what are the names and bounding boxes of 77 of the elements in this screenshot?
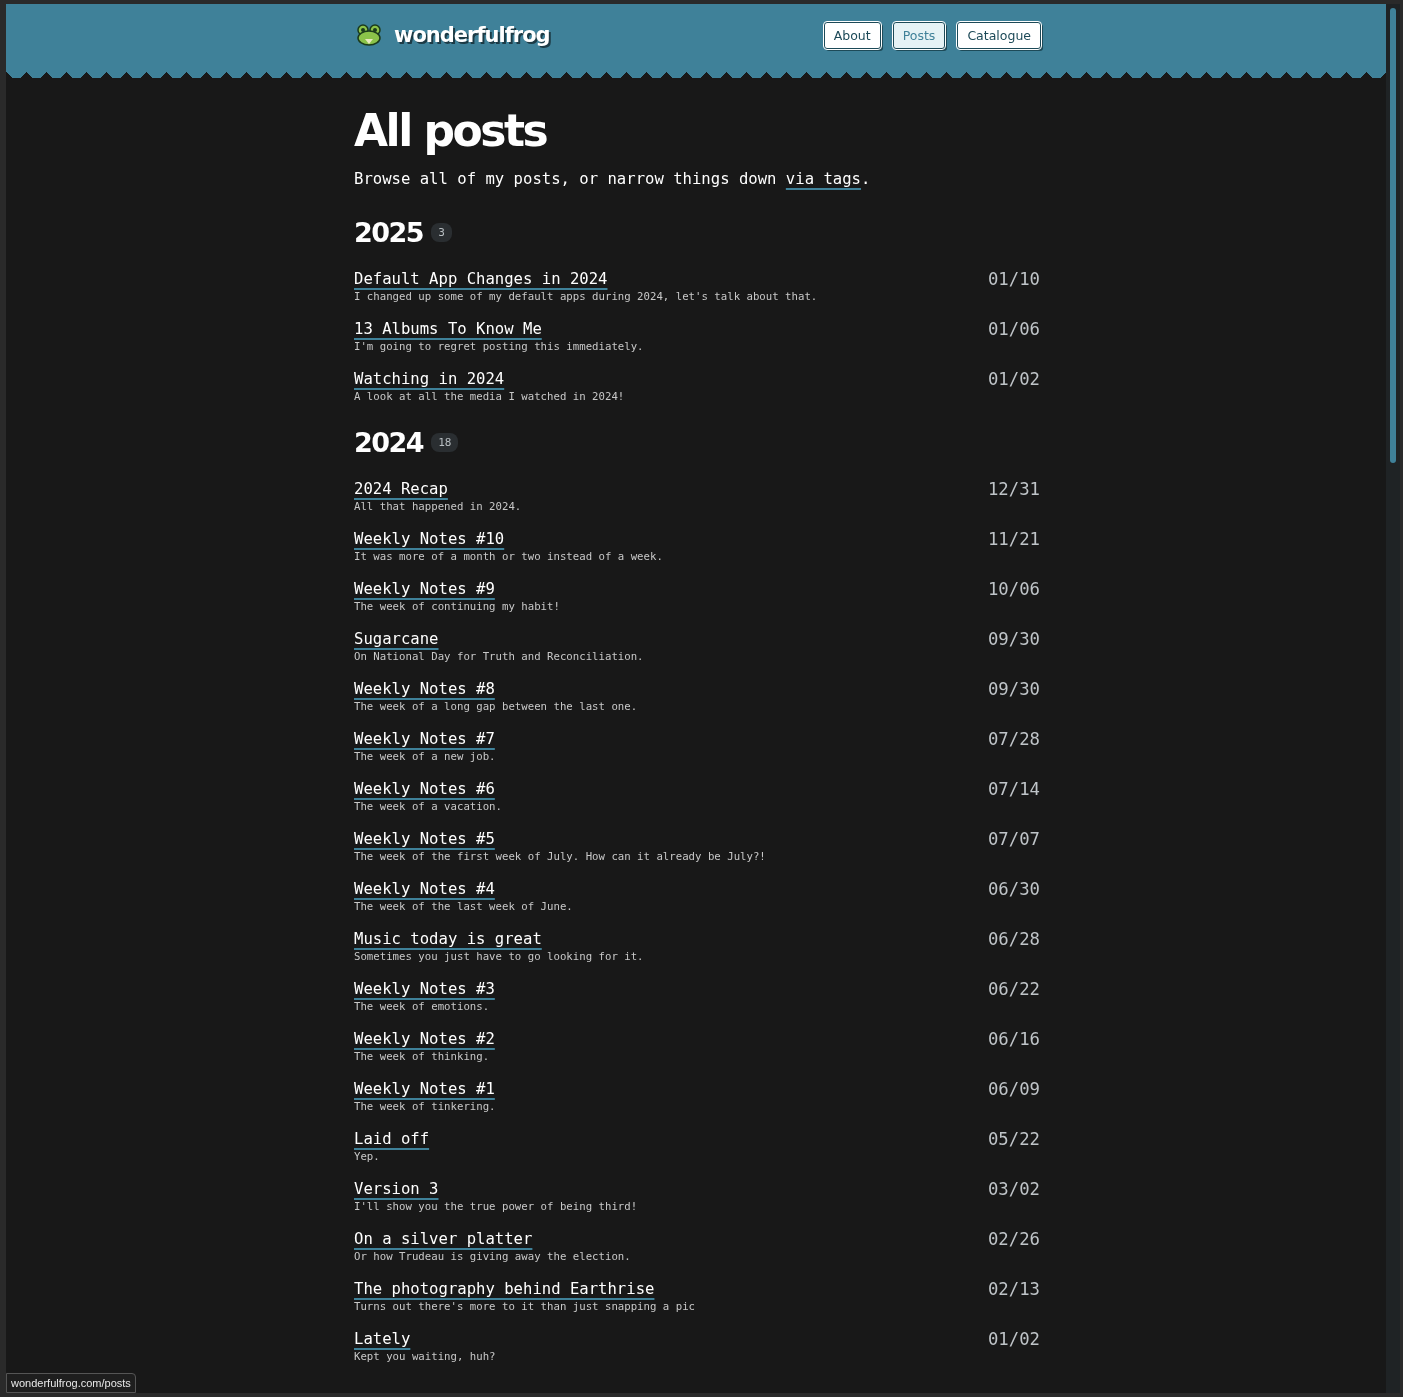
post-description: The week of the first week of July. How can it already be July?!	[354, 850, 766, 864]
post-count: 3	[431, 223, 452, 242]
post-link[interactable]: 2024 Recap	[354, 478, 448, 500]
post-date: 09/30	[987, 628, 1040, 650]
post-link[interactable]: Weekly Notes #8	[354, 678, 495, 700]
post-description: It was more of a month or two instead of a week.	[354, 550, 663, 564]
post-description: The week of the last week of June.	[354, 900, 573, 914]
post-date: 07/28	[987, 728, 1040, 750]
post-link[interactable]: Sugarcane	[354, 628, 439, 650]
post-date: 05/22	[987, 1128, 1040, 1150]
year-heading: 2025	[354, 217, 424, 248]
post-date: 12/31	[987, 478, 1040, 500]
post-link[interactable]: Weekly Notes #7	[354, 728, 495, 750]
post-date: 06/30	[987, 878, 1040, 900]
post-link[interactable]: Version 3	[354, 1178, 439, 1200]
post-date: 09/30	[987, 678, 1040, 700]
page-title: All posts	[354, 105, 547, 156]
post-description: A look at all the media I watched in 2024!	[354, 390, 625, 404]
post-date: 10/06	[987, 578, 1040, 600]
post-description: I'll show you the true power of being third!	[354, 1200, 638, 1214]
post-description: The week of tinkering.	[354, 1100, 496, 1114]
post-link[interactable]: Weekly Notes #10	[354, 528, 505, 550]
post-description: Sometimes you just have to go looking for it.	[354, 950, 644, 964]
nav-link[interactable]: Posts	[892, 21, 946, 49]
post-link[interactable]: Music today is great	[354, 928, 542, 950]
post-link[interactable]: Weekly Notes #4	[354, 878, 495, 900]
frog-icon	[356, 24, 382, 46]
post-description: Turns out there's more to it than just snapping a pic	[354, 1300, 696, 1314]
post-date: 07/14	[987, 778, 1040, 800]
post-description: The week of continuing my habit!	[354, 600, 560, 614]
post-date: 11/21	[987, 528, 1040, 550]
post-date: 02/26	[987, 1228, 1040, 1250]
post-link[interactable]: Weekly Notes #3	[354, 978, 495, 1000]
post-link[interactable]: Laid off	[354, 1128, 430, 1150]
post-link[interactable]: Weekly Notes #1	[354, 1078, 495, 1100]
post-date: 06/09	[987, 1078, 1040, 1100]
nav-link[interactable]: About	[823, 21, 881, 49]
post-link[interactable]: 13 Albums To Know Me	[354, 318, 542, 340]
post-description: The week of a new job.	[354, 750, 496, 764]
tags-link[interactable]: via tags	[785, 170, 861, 188]
post-link[interactable]: Weekly Notes #9	[354, 578, 495, 600]
post-date: 02/13	[987, 1278, 1040, 1300]
post-date: 06/22	[987, 978, 1040, 1000]
post-description: All that happened in 2024.	[354, 500, 522, 514]
post-link[interactable]: Weekly Notes #5	[354, 828, 495, 850]
year-heading: 2024	[354, 427, 424, 458]
post-date: 01/10	[987, 268, 1040, 290]
post-date: 06/28	[987, 928, 1040, 950]
post-description: The week of emotions.	[354, 1000, 490, 1014]
post-link[interactable]: The photography behind Earthrise	[354, 1278, 655, 1300]
post-description: Or how Trudeau is giving away the election.	[354, 1250, 631, 1264]
status-url: wonderfulfrog.com/posts	[6, 1373, 136, 1393]
post-description: The week of a long gap between the last one.	[354, 700, 638, 714]
post-date: 06/16	[987, 1028, 1040, 1050]
post-description: I changed up some of my default apps during 2024, let's talk about that.	[354, 290, 818, 304]
post-description: Yep.	[354, 1150, 380, 1164]
post-description: Kept you waiting, huh?	[354, 1350, 496, 1364]
post-date: 01/06	[987, 318, 1040, 340]
post-link[interactable]: Default App Changes in 2024	[354, 268, 608, 290]
intro-text: Browse all of my posts, or narrow things down via tags.	[354, 170, 871, 188]
post-date: 07/07	[987, 828, 1040, 850]
post-date: 01/02	[987, 368, 1040, 390]
post-description: I'm going to regret posting this immediately.	[354, 340, 644, 354]
post-description: On National Day for Truth and Reconciliation.	[354, 650, 644, 664]
post-link[interactable]: Watching in 2024	[354, 368, 505, 390]
post-description: The week of a vacation.	[354, 800, 502, 814]
post-date: 03/02	[987, 1178, 1040, 1200]
site-name[interactable]: wonderfulfrog	[394, 23, 550, 47]
post-link[interactable]: Weekly Notes #2	[354, 1028, 495, 1050]
post-link[interactable]: Lately	[354, 1328, 411, 1350]
post-date: 01/02	[987, 1328, 1040, 1350]
scrollbar-thumb[interactable]	[1390, 8, 1396, 463]
post-count: 18	[431, 433, 459, 452]
post-link[interactable]: Weekly Notes #6	[354, 778, 495, 800]
post-description: The week of thinking.	[354, 1050, 490, 1064]
post-link[interactable]: On a silver platter	[354, 1228, 533, 1250]
nav-link[interactable]: Catalogue	[957, 21, 1041, 49]
